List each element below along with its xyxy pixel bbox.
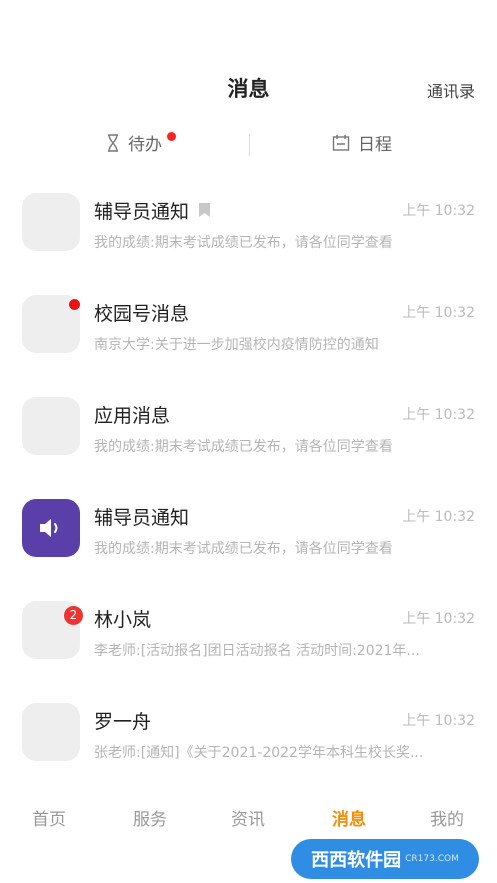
todo-unread-dot — [167, 132, 176, 141]
tab-services[interactable]: 服务 — [110, 805, 190, 830]
message-title: 应用消息 — [94, 405, 171, 427]
message-list: 辅导员通知 上午 10:32 我的成绩:期末考试成绩已发布，请各位同学查看 校园… — [0, 178, 497, 790]
message-preview: 张老师:[通知]《关于2021-2022学年本科生校长奖... — [94, 745, 424, 761]
bottom-tab-bar: 首页 服务 资讯 消息 我的 — [0, 795, 497, 837]
segment-bar: 待办 日程 — [0, 120, 497, 166]
message-row[interactable]: 应用消息 上午 10:32 我的成绩:期末考试成绩已发布，请各位同学查看 — [0, 382, 497, 484]
avatar — [22, 397, 80, 455]
message-row[interactable]: 校园号消息 上午 10:32 南京大学:关于进一步加强校内疫情防控的通知 — [0, 280, 497, 382]
tab-home[interactable]: 首页 — [9, 805, 89, 830]
message-time: 上午 10:32 — [402, 407, 475, 423]
avatar — [22, 499, 80, 557]
message-time: 上午 10:32 — [402, 611, 475, 627]
message-title: 林小岚 — [94, 609, 152, 631]
tab-todo[interactable]: 待办 — [106, 130, 162, 155]
message-row[interactable]: 2 林小岚 上午 10:32 李老师:[活动报名]团日活动报名 活动时间:202… — [0, 586, 497, 688]
message-preview: 李老师:[活动报名]团日活动报名 活动时间:2021年... — [94, 643, 420, 659]
tab-news[interactable]: 资讯 — [208, 805, 288, 830]
message-row[interactable]: 辅导员通知 上午 10:32 我的成绩:期末考试成绩已发布，请各位同学查看 — [0, 178, 497, 280]
message-time: 上午 10:32 — [402, 509, 475, 525]
message-preview: 我的成绩:期末考试成绩已发布，请各位同学查看 — [94, 439, 393, 455]
message-preview: 我的成绩:期末考试成绩已发布，请各位同学查看 — [94, 235, 393, 251]
watermark-sub: CR173.COM — [405, 854, 459, 864]
speaker-icon — [40, 519, 58, 537]
watermark-logo: 西西软件园 CR173.COM — [291, 839, 479, 879]
message-time: 上午 10:32 — [402, 713, 475, 729]
message-preview: 南京大学:关于进一步加强校内疫情防控的通知 — [94, 337, 379, 353]
schedule-label: 日程 — [358, 135, 392, 155]
todo-label: 待办 — [128, 135, 162, 155]
unread-count-badge: 2 — [64, 606, 83, 625]
bookmark-icon — [199, 200, 211, 222]
watermark-text: 西西软件园 — [311, 850, 402, 871]
tab-messages[interactable]: 消息 — [309, 805, 389, 830]
page-title: 消息 — [227, 77, 270, 101]
message-preview: 我的成绩:期末考试成绩已发布，请各位同学查看 — [94, 541, 393, 557]
message-time: 上午 10:32 — [402, 305, 475, 321]
tab-schedule[interactable]: 日程 — [332, 130, 392, 155]
hourglass-icon — [108, 133, 118, 152]
message-title: 辅导员通知 — [94, 507, 190, 529]
message-row[interactable]: 罗一舟 上午 10:32 张老师:[通知]《关于2021-2022学年本科生校长… — [0, 688, 497, 790]
message-title: 校园号消息 — [94, 303, 190, 325]
unread-dot — [68, 298, 81, 311]
contacts-link[interactable]: 通讯录 — [427, 78, 475, 102]
calendar-icon — [332, 134, 350, 151]
message-row[interactable]: 辅导员通知 上午 10:32 我的成绩:期末考试成绩已发布，请各位同学查看 — [0, 484, 497, 586]
avatar — [22, 193, 80, 251]
segment-divider — [249, 134, 250, 156]
header: 消息 通讯录 — [0, 0, 497, 120]
message-time: 上午 10:32 — [402, 203, 475, 219]
avatar — [22, 703, 80, 761]
tab-profile[interactable]: 我的 — [407, 805, 487, 830]
message-title: 罗一舟 — [94, 711, 152, 733]
message-title: 辅导员通知 — [94, 197, 211, 224]
